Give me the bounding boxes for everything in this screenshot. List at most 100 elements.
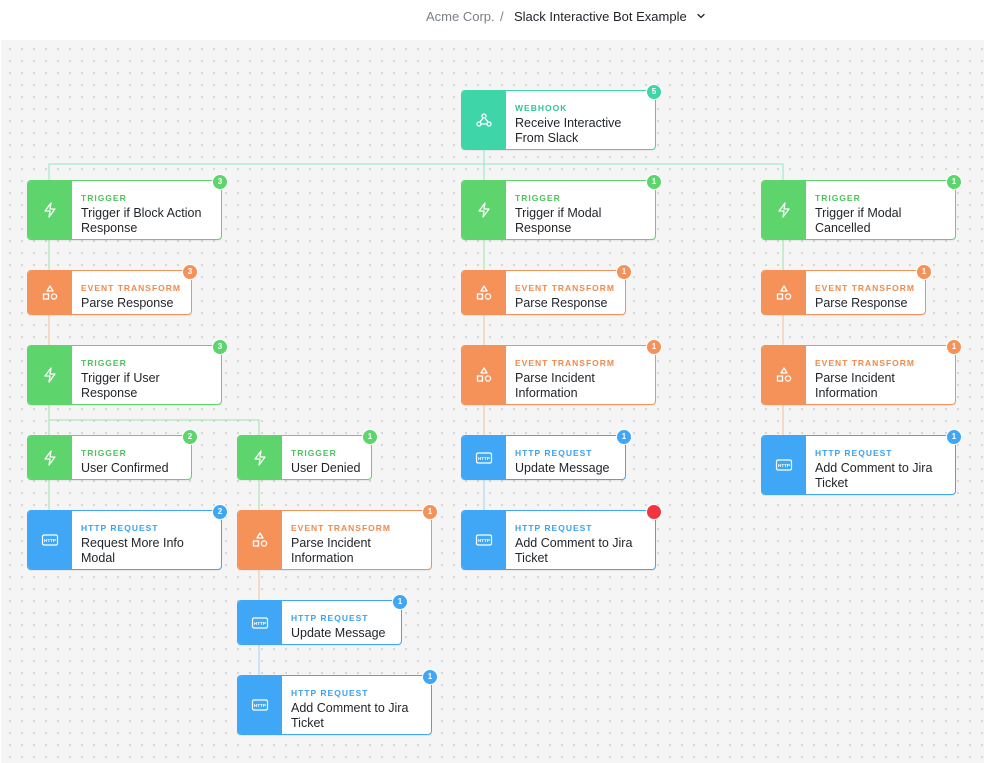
node-name: Add Comment to Jira Ticket (291, 701, 409, 730)
node-type: HTTP REQUEST (291, 613, 369, 623)
action-node-user-denied[interactable]: TRIGGER User Denied 1 (237, 429, 378, 480)
http-icon: HTTP (462, 436, 506, 479)
chevron-down-icon[interactable] (694, 9, 708, 23)
node-name: Add Comment to Jira Ticket (515, 536, 633, 565)
event-count-badge: 3 (182, 264, 198, 280)
event-count-badge: 1 (946, 429, 962, 445)
node-name: Receive Interactive From Slack (515, 116, 622, 145)
event-count-badge: 1 (616, 429, 632, 445)
action-node-add-comment-jira-3[interactable]: HTTP HTTP REQUEST Add Comment to Jira Ti… (237, 669, 438, 735)
event-count-badge: 1 (646, 339, 662, 355)
shapes-icon (762, 346, 806, 404)
node-name: Update Message (515, 461, 610, 475)
event-count-badge: 2 (212, 504, 228, 520)
node-type: HTTP REQUEST (815, 448, 893, 458)
http-icon: HTTP (238, 676, 282, 734)
lightning-icon (462, 181, 506, 239)
node-type: HTTP REQUEST (291, 688, 369, 698)
shapes-icon (462, 346, 506, 404)
action-node-update-message-1[interactable]: HTTP HTTP REQUEST Update Message 1 (461, 429, 632, 480)
action-node-trigger-modal-cancelled[interactable]: TRIGGER Trigger if Modal Cancelled 1 (761, 174, 962, 240)
shapes-icon (462, 271, 506, 314)
shapes-icon (28, 271, 72, 314)
http-icon: HTTP (762, 436, 806, 494)
http-icon: HTTP (28, 511, 72, 569)
node-name: Parse Incident Information (291, 536, 371, 565)
node-name: Parse Incident Information (515, 371, 595, 400)
event-count-badge: 1 (392, 594, 408, 610)
action-node-parse-incident-info-1[interactable]: EVENT TRANSFORM Parse Incident Informati… (461, 339, 662, 405)
action-node-trigger-block-action[interactable]: TRIGGER Trigger if Block Action Response… (27, 174, 228, 240)
action-node-parse-incident-info-3[interactable]: EVENT TRANSFORM Parse Incident Informati… (237, 504, 438, 570)
event-count-badge: 2 (182, 429, 198, 445)
svg-text:HTTP: HTTP (254, 703, 266, 708)
action-node-trigger-user-response[interactable]: TRIGGER Trigger if User Response 3 (27, 339, 228, 405)
node-type: TRIGGER (815, 193, 861, 203)
action-node-update-message-2[interactable]: HTTP HTTP REQUEST Update Message 1 (237, 594, 408, 645)
node-name: Trigger if Modal Cancelled (815, 206, 902, 235)
action-node-add-comment-jira-2[interactable]: HTTP HTTP REQUEST Add Comment to Jira Ti… (761, 429, 962, 495)
webhook-icon (462, 91, 506, 149)
event-count-badge: 1 (946, 174, 962, 190)
node-type: TRIGGER (515, 193, 561, 203)
node-type: TRIGGER (81, 358, 127, 368)
node-name: User Confirmed (81, 461, 169, 475)
action-node-parse-response-3[interactable]: EVENT TRANSFORM Parse Response 1 (761, 264, 932, 315)
error-badge[interactable] (646, 504, 662, 520)
breadcrumb-org[interactable]: Acme Corp. (426, 9, 495, 24)
event-count-badge: 1 (916, 264, 932, 280)
node-type: HTTP REQUEST (515, 448, 593, 458)
svg-text:HTTP: HTTP (478, 456, 490, 461)
node-type: EVENT TRANSFORM (515, 358, 615, 368)
breadcrumb-story-title[interactable]: Slack Interactive Bot Example (514, 9, 687, 24)
event-count-badge: 1 (422, 504, 438, 520)
node-type: EVENT TRANSFORM (815, 358, 915, 368)
breadcrumb-separator: / (500, 9, 504, 24)
node-name: Trigger if Block Action Response (81, 206, 202, 235)
top-bar: Acme Corp. / Slack Interactive Bot Examp… (0, 0, 984, 40)
http-icon: HTTP (462, 511, 506, 569)
svg-text:HTTP: HTTP (778, 463, 790, 468)
node-type: WEBHOOK (515, 103, 568, 113)
event-count-badge: 1 (362, 429, 378, 445)
node-type: HTTP REQUEST (81, 523, 159, 533)
action-node-trigger-modal-response[interactable]: TRIGGER Trigger if Modal Response 1 (461, 174, 662, 240)
node-name: Parse Incident Information (815, 371, 895, 400)
lightning-icon (28, 346, 72, 404)
node-type: TRIGGER (291, 448, 337, 458)
event-count-badge: 1 (616, 264, 632, 280)
node-name: Parse Response (515, 296, 608, 310)
action-node-request-more-info-modal[interactable]: HTTP HTTP REQUEST Request More Info Moda… (27, 504, 228, 570)
action-node-webhook[interactable]: WEBHOOK Receive Interactive From Slack 5 (461, 84, 662, 150)
lightning-icon (238, 436, 282, 479)
action-node-parse-incident-info-2[interactable]: EVENT TRANSFORM Parse Incident Informati… (761, 339, 962, 405)
action-node-add-comment-jira-1[interactable]: HTTP HTTP REQUEST Add Comment to Jira Ti… (461, 504, 662, 570)
node-type: EVENT TRANSFORM (515, 283, 615, 293)
action-node-parse-response-2[interactable]: EVENT TRANSFORM Parse Response 1 (461, 264, 632, 315)
svg-text:HTTP: HTTP (254, 621, 266, 626)
lightning-icon (762, 181, 806, 239)
action-node-user-confirmed[interactable]: TRIGGER User Confirmed 2 (27, 429, 198, 480)
node-type: EVENT TRANSFORM (815, 283, 915, 293)
node-name: Add Comment to Jira Ticket (815, 461, 933, 490)
node-type: TRIGGER (81, 448, 127, 458)
shapes-icon (762, 271, 806, 314)
shapes-icon (238, 511, 282, 569)
lightning-icon (28, 436, 72, 479)
event-count-badge: 1 (422, 669, 438, 685)
event-count-badge: 1 (646, 174, 662, 190)
event-count-badge: 5 (646, 84, 662, 100)
event-count-badge: 3 (212, 174, 228, 190)
node-name: Parse Response (815, 296, 908, 310)
event-count-badge: 1 (946, 339, 962, 355)
node-type: EVENT TRANSFORM (81, 283, 181, 293)
node-name: User Denied (291, 461, 361, 475)
action-node-parse-response-1[interactable]: EVENT TRANSFORM Parse Response 3 (27, 264, 198, 315)
lightning-icon (28, 181, 72, 239)
svg-text:HTTP: HTTP (478, 538, 490, 543)
node-type: EVENT TRANSFORM (291, 523, 391, 533)
event-count-badge: 3 (212, 339, 228, 355)
node-type: HTTP REQUEST (515, 523, 593, 533)
node-type: TRIGGER (81, 193, 127, 203)
node-name: Trigger if User Response (81, 371, 160, 400)
